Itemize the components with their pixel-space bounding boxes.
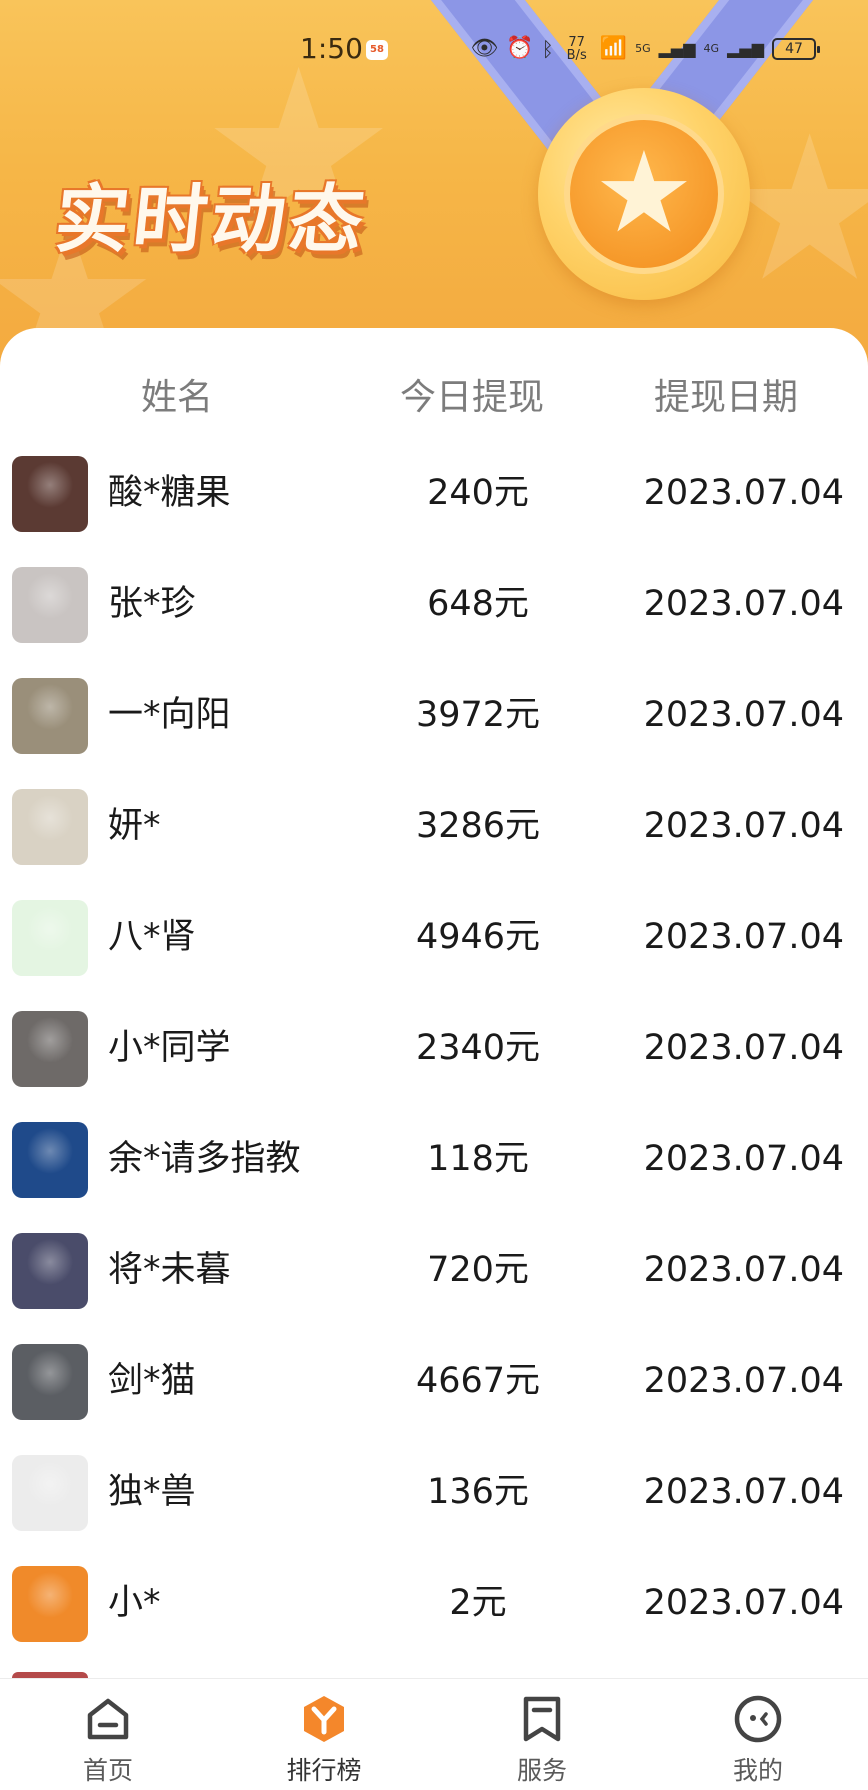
withdraw-amount: 4667元	[415, 1361, 541, 1401]
nav-label-service: 服务	[516, 1756, 567, 1785]
avatar	[12, 1455, 88, 1531]
battery-icon: 47	[772, 38, 820, 60]
table-row[interactable]: 剑*猫 4667元 2023.07.04	[0, 1316, 868, 1427]
withdraw-amount: 136元	[427, 1472, 529, 1512]
nav-item-ranking[interactable]: 排行榜	[254, 1679, 394, 1790]
ranking-card: 姓名 今日提现 提现日期 酸*糖果 240元 2023.07.04 张*珍 648元 20…	[0, 328, 868, 1678]
medal-star-icon: ★	[593, 128, 695, 258]
withdraw-amount: 240元	[427, 473, 529, 513]
user-name: 酸*糖果	[108, 473, 231, 513]
table-row[interactable]: 八*肾 4946元 2023.07.04	[0, 872, 868, 983]
page-title: 实时动态	[50, 177, 372, 263]
withdraw-date: 2023.07.04	[643, 1361, 844, 1401]
withdraw-amount: 4946元	[415, 917, 541, 957]
bluetooth-icon: ᛒ	[541, 37, 554, 61]
nav-label-ranking: 排行榜	[286, 1756, 362, 1785]
table-row[interactable]: 将*未暮 720元 2023.07.04	[0, 1205, 868, 1316]
nav-item-home[interactable]: 首页	[38, 1679, 178, 1790]
user-name: 一*向阳	[108, 695, 231, 735]
withdraw-amount: 648元	[427, 584, 529, 624]
user-name: 将*未暮	[108, 1250, 231, 1290]
withdraw-date: 2023.07.04	[643, 1583, 844, 1623]
table-header: 姓名 今日提现 提现日期	[0, 368, 868, 428]
column-header-amount: 今日提现	[400, 377, 545, 418]
user-name: 独*兽	[108, 1472, 196, 1512]
withdraw-amount: 3972元	[415, 695, 541, 735]
signal-bars-icon: ▂▄▆	[727, 39, 764, 58]
user-name: 张*珍	[108, 584, 196, 624]
withdraw-amount: 3286元	[415, 806, 541, 846]
user-name: 小*	[108, 1583, 161, 1623]
avatar	[12, 567, 88, 643]
withdraw-date: 2023.07.04	[643, 695, 844, 735]
withdraw-date: 2023.07.04	[643, 806, 844, 846]
table-row[interactable]: 小* 2元 2023.07.04	[0, 1538, 868, 1649]
withdraw-date: 2023.07.04	[643, 1139, 844, 1179]
table-row[interactable]: 一*向阳 3972元 2023.07.04	[0, 650, 868, 761]
withdraw-date: 2023.07.04	[643, 1250, 844, 1290]
avatar	[12, 456, 88, 532]
header-banner: ★ ★ ★ ★ 1:50 58 👁 ⏰ ᛒ 77 B/s 📶 5G ▂▄▆ 4G…	[0, 0, 868, 380]
network-speed-unit: B/s	[566, 48, 587, 63]
user-name: 余*请多指教	[108, 1139, 301, 1179]
table-row[interactable]: 余*请多指教 118元 2023.07.04	[0, 1094, 868, 1205]
status-icons: 👁 ⏰ ᛒ 77 B/s 📶 5G ▂▄▆ 4G ▂▄▆ 47	[470, 34, 820, 64]
avatar	[12, 678, 88, 754]
signal-5g-label: 5G	[635, 42, 651, 55]
user-name: 小*同学	[108, 1028, 231, 1068]
withdraw-date: 2023.07.04	[643, 584, 844, 624]
status-bar: 1:50 58 👁 ⏰ ᛒ 77 B/s 📶 5G ▂▄▆ 4G ▂▄▆ 47	[0, 28, 868, 74]
user-name: 妍*	[108, 806, 161, 846]
withdraw-amount: 2元	[449, 1583, 507, 1623]
column-header-date: 提现日期	[654, 377, 799, 418]
status-time: 1:50	[300, 32, 363, 65]
withdraw-date: 2023.07.04	[643, 1028, 844, 1068]
withdraw-amount: 2340元	[415, 1028, 541, 1068]
user-name: 剑*猫	[108, 1361, 196, 1401]
alarm-icon: ⏰	[506, 36, 534, 61]
ranking-icon	[304, 1696, 344, 1742]
signal-4g-label: 4G	[703, 42, 720, 55]
table-row[interactable]: 独*兽 136元 2023.07.04	[0, 1427, 868, 1538]
nav-label-profile: 我的	[732, 1756, 783, 1785]
withdraw-amount: 720元	[427, 1250, 529, 1290]
bookmark-icon	[523, 1696, 561, 1742]
medal-icon: ★	[538, 88, 750, 300]
avatar	[12, 1122, 88, 1198]
column-header-name: 姓名	[141, 377, 214, 418]
signal-bars-icon: ▂▄▆	[658, 39, 696, 58]
table-row[interactable]: 小*同学 2340元 2023.07.04	[0, 983, 868, 1094]
avatar	[12, 900, 88, 976]
table-row[interactable]: 酸*糖果 240元 2023.07.04	[0, 428, 868, 539]
eye-icon: 👁	[470, 36, 499, 61]
avatar	[12, 789, 88, 865]
network-speed: 77 B/s	[562, 36, 592, 62]
avatar	[12, 1344, 88, 1420]
ranking-list: 酸*糖果 240元 2023.07.04 张*珍 648元 2023.07.04 一*向阳 3…	[0, 428, 868, 1649]
nav-item-profile[interactable]: 我的	[688, 1679, 828, 1790]
bottom-navigation: 首页 排行榜 服务 我的	[0, 1678, 868, 1790]
avatar	[12, 1566, 88, 1642]
avatar	[12, 1233, 88, 1309]
withdraw-date: 2023.07.04	[643, 917, 844, 957]
nav-label-home: 首页	[82, 1756, 133, 1785]
withdraw-date: 2023.07.04	[643, 1472, 844, 1512]
wifi-icon: 📶	[599, 36, 628, 61]
profile-face-icon	[734, 1695, 782, 1743]
table-row[interactable]: 张*珍 648元 2023.07.04	[0, 539, 868, 650]
table-row[interactable]: 妍* 3286元 2023.07.04	[0, 761, 868, 872]
withdraw-date: 2023.07.04	[643, 473, 844, 513]
home-icon	[87, 1698, 129, 1740]
avatar	[12, 1011, 88, 1087]
nav-item-service[interactable]: 服务	[472, 1679, 612, 1790]
withdraw-amount: 118元	[427, 1139, 529, 1179]
user-name: 八*肾	[108, 917, 196, 957]
app-notification-badge: 58	[366, 40, 388, 60]
